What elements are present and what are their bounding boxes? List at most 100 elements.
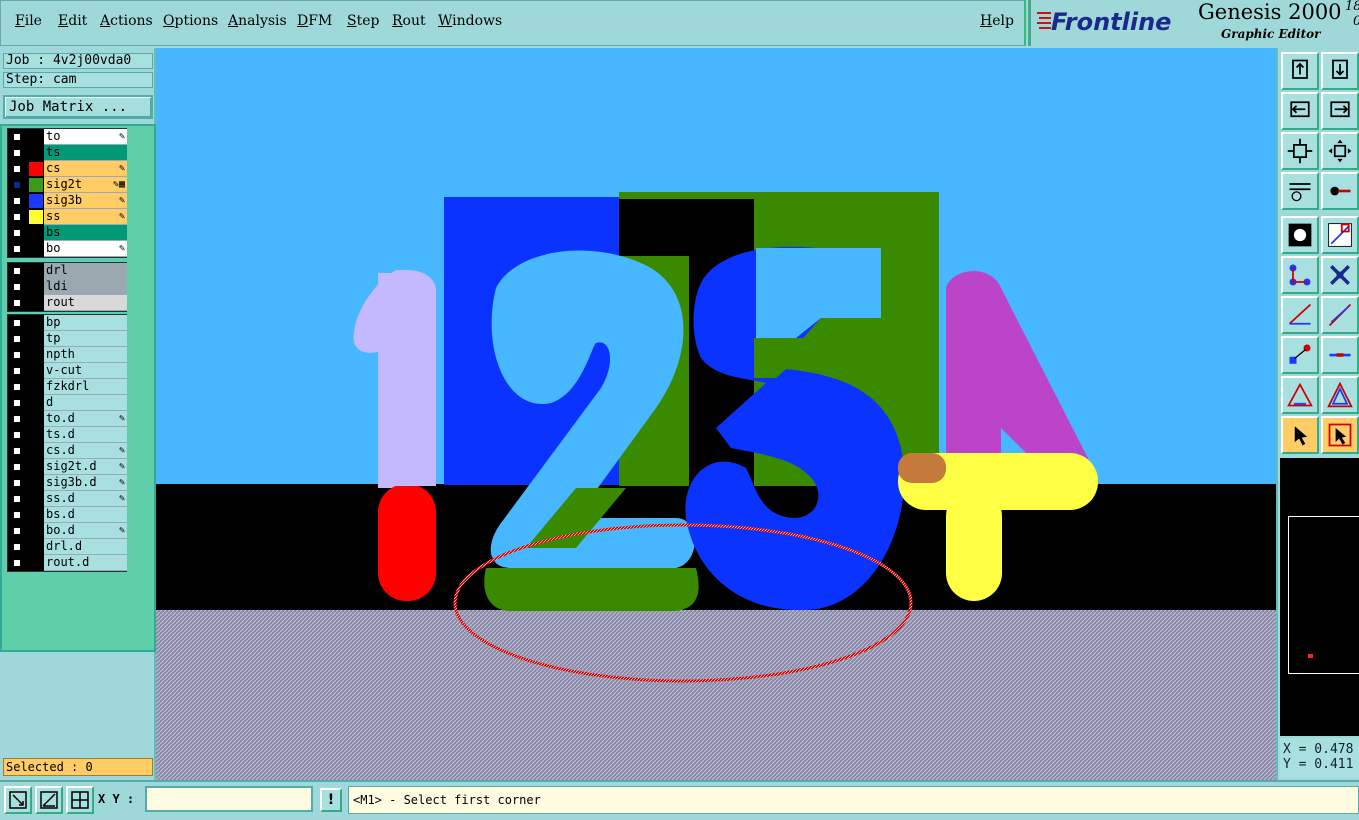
layer-row[interactable]: rout bbox=[8, 295, 127, 311]
layer-checkbox[interactable] bbox=[12, 542, 22, 552]
layer-checkbox[interactable] bbox=[12, 244, 22, 254]
job-matrix-button[interactable]: Job Matrix ... bbox=[3, 95, 153, 119]
layer-row[interactable]: sig2t ✎▦ bbox=[8, 177, 127, 193]
layer-row[interactable]: cs ✎ bbox=[8, 161, 127, 177]
layer-row[interactable]: drl bbox=[8, 263, 127, 279]
fit-button[interactable] bbox=[1281, 132, 1319, 170]
layer-row[interactable]: sig3b.d ✎ bbox=[8, 475, 127, 491]
layer-row[interactable]: ss ✎ bbox=[8, 209, 127, 225]
layer-checkbox[interactable] bbox=[12, 478, 22, 488]
layer-row[interactable]: bs bbox=[8, 225, 127, 241]
layer-row[interactable]: sig3b ✎ bbox=[8, 193, 127, 209]
layer-row[interactable]: fzkdrl bbox=[8, 379, 127, 395]
minimap[interactable] bbox=[1280, 458, 1359, 736]
angle-right-button[interactable] bbox=[1321, 296, 1359, 334]
layer-name[interactable]: to ✎ bbox=[44, 129, 127, 145]
connect-button[interactable] bbox=[1281, 256, 1319, 294]
menu-file[interactable]: File bbox=[15, 13, 42, 29]
warning-button[interactable]: ! bbox=[320, 788, 342, 812]
layer-name[interactable]: sig3b ✎ bbox=[44, 193, 127, 209]
menu-help[interactable]: Help bbox=[980, 13, 1014, 29]
layer-row[interactable]: v-cut bbox=[8, 363, 127, 379]
select-area-button[interactable] bbox=[1321, 216, 1359, 254]
layer-row[interactable]: bo.d ✎ bbox=[8, 523, 127, 539]
menu-options[interactable]: Options bbox=[163, 13, 218, 29]
layer-checkbox[interactable] bbox=[12, 446, 22, 456]
pointer-button[interactable] bbox=[1281, 416, 1319, 454]
menu-windows[interactable]: Windows bbox=[438, 13, 502, 29]
layer-row[interactable]: drl.d bbox=[8, 539, 127, 555]
xy-input[interactable] bbox=[145, 786, 313, 812]
layer-name[interactable]: ldi bbox=[44, 279, 127, 295]
menu-step[interactable]: Step bbox=[347, 13, 379, 29]
layer-name[interactable]: ss ✎ bbox=[44, 209, 127, 225]
layer-row[interactable]: ts.d bbox=[8, 427, 127, 443]
layer-row[interactable]: tp bbox=[8, 331, 127, 347]
measure-button[interactable] bbox=[1281, 172, 1319, 210]
layer-name[interactable]: sig2t.d ✎ bbox=[44, 459, 127, 475]
layer-row[interactable]: bp bbox=[8, 315, 127, 331]
layer-row[interactable]: to.d ✎ bbox=[8, 411, 127, 427]
layer-name[interactable]: v-cut bbox=[44, 363, 127, 379]
layer-row[interactable]: ss.d ✎ bbox=[8, 491, 127, 507]
menu-rout[interactable]: Rout bbox=[392, 13, 426, 29]
layer-row[interactable]: rout.d bbox=[8, 555, 127, 571]
zoom-fit-button[interactable] bbox=[1321, 132, 1359, 170]
menu-edit[interactable]: Edit bbox=[58, 13, 87, 29]
snap-angle-button[interactable] bbox=[35, 786, 63, 814]
layer-checkbox[interactable] bbox=[12, 298, 22, 308]
layer-checkbox[interactable] bbox=[12, 196, 22, 206]
grid-button[interactable] bbox=[66, 786, 94, 814]
layer-checkbox[interactable] bbox=[12, 148, 22, 158]
layer-row[interactable]: d bbox=[8, 395, 127, 411]
layer-name[interactable]: bs bbox=[44, 225, 127, 241]
cross-button[interactable] bbox=[1321, 256, 1359, 294]
select-pad-button[interactable] bbox=[1281, 216, 1319, 254]
move-right-button[interactable] bbox=[1321, 92, 1359, 130]
layer-name[interactable]: ts bbox=[44, 145, 127, 161]
layer-name[interactable]: bo ✎ bbox=[44, 241, 127, 257]
layer-name[interactable]: rout.d bbox=[44, 555, 127, 571]
zoom-area-button[interactable] bbox=[4, 786, 32, 814]
graphic-canvas[interactable] bbox=[156, 48, 1276, 780]
layer-row[interactable]: bs.d bbox=[8, 507, 127, 523]
layer-checkbox[interactable] bbox=[12, 366, 22, 376]
layer-name[interactable]: cs.d ✎ bbox=[44, 443, 127, 459]
layer-checkbox[interactable] bbox=[12, 180, 22, 190]
line-button[interactable] bbox=[1321, 336, 1359, 374]
layer-name[interactable]: d bbox=[44, 395, 127, 411]
layer-checkbox[interactable] bbox=[12, 350, 22, 360]
angle-left-button[interactable] bbox=[1281, 296, 1319, 334]
menu-analysis[interactable]: Analysis bbox=[228, 13, 287, 29]
layer-checkbox[interactable] bbox=[12, 382, 22, 392]
move-up-button[interactable] bbox=[1281, 52, 1319, 90]
pad-add-button[interactable] bbox=[1281, 336, 1319, 374]
layer-checkbox[interactable] bbox=[12, 430, 22, 440]
layer-name[interactable]: npth bbox=[44, 347, 127, 363]
layer-checkbox[interactable] bbox=[12, 266, 22, 276]
layer-name[interactable]: sig2t ✎▦ bbox=[44, 177, 127, 193]
layer-name[interactable]: ss.d ✎ bbox=[44, 491, 127, 507]
layer-row[interactable]: sig2t.d ✎ bbox=[8, 459, 127, 475]
pointer-box-button[interactable] bbox=[1321, 416, 1359, 454]
layer-name[interactable]: to.d ✎ bbox=[44, 411, 127, 427]
menu-actions[interactable]: Actions bbox=[100, 13, 153, 29]
move-down-button[interactable] bbox=[1321, 52, 1359, 90]
polygon-button[interactable] bbox=[1321, 376, 1359, 414]
menu-dfm[interactable]: DFM bbox=[297, 13, 332, 29]
layer-name[interactable]: drl.d bbox=[44, 539, 127, 555]
layer-name[interactable]: bp bbox=[44, 315, 127, 331]
layer-name[interactable]: cs ✎ bbox=[44, 161, 127, 177]
layer-checkbox[interactable] bbox=[12, 334, 22, 344]
layer-checkbox[interactable] bbox=[12, 228, 22, 238]
layer-checkbox[interactable] bbox=[12, 398, 22, 408]
layer-name[interactable]: ts.d bbox=[44, 427, 127, 443]
layer-checkbox[interactable] bbox=[12, 494, 22, 504]
triangle-button[interactable] bbox=[1281, 376, 1319, 414]
layer-checkbox[interactable] bbox=[12, 558, 22, 568]
layer-checkbox[interactable] bbox=[12, 132, 22, 142]
move-left-button[interactable] bbox=[1281, 92, 1319, 130]
layer-checkbox[interactable] bbox=[12, 318, 22, 328]
layer-row[interactable]: ts bbox=[8, 145, 127, 161]
layer-name[interactable]: bo.d ✎ bbox=[44, 523, 127, 539]
